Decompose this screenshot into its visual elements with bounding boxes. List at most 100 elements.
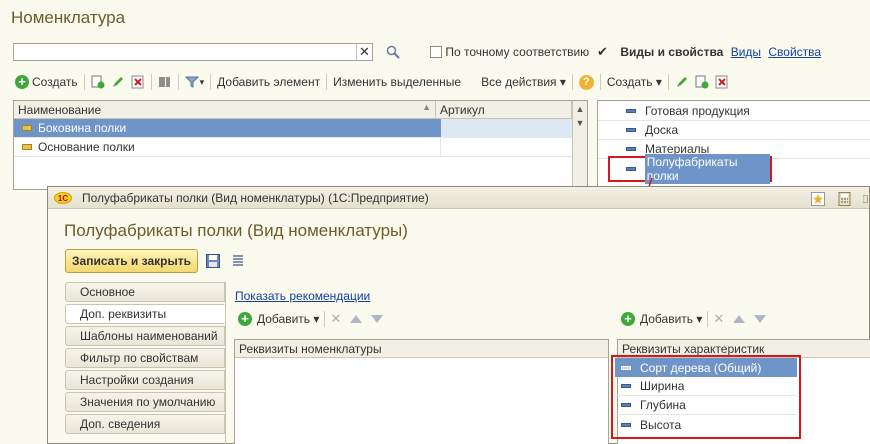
edit-icon[interactable] [111, 75, 125, 89]
table-row[interactable]: Боковина полки [14, 118, 573, 138]
calculator-icon[interactable] [838, 192, 852, 206]
separator [467, 74, 475, 90]
scroll-up-icon[interactable]: ▲ [573, 104, 587, 114]
left-toolbar: + Добавить ▾ ✕ [238, 311, 384, 327]
delete-icon[interactable] [131, 75, 145, 89]
attribute-icon [621, 365, 631, 370]
add-button[interactable]: Добавить ▾ [257, 312, 319, 326]
attribute-icon [621, 384, 631, 388]
separator [177, 74, 179, 90]
filter-dropdown-icon[interactable]: ▾ [200, 77, 205, 88]
kind-label: Готовая продукция [645, 104, 750, 118]
create-button[interactable]: Создать [32, 75, 78, 89]
list-item[interactable]: Глубина [615, 396, 797, 415]
separator [599, 74, 601, 90]
right-toolbar: + Добавить ▾ ✕ [621, 311, 767, 327]
kind-icon [626, 109, 636, 113]
move-up-icon[interactable] [350, 315, 363, 323]
kind-icon [626, 128, 636, 132]
row-name: Боковина полки [38, 121, 127, 135]
add-plus-icon: + [621, 312, 635, 326]
all-actions-button[interactable]: Все действия ▾ [481, 75, 566, 89]
scroll-down-icon[interactable]: ▼ [573, 118, 587, 128]
dialog-titlebar: 1С Полуфабрикаты полки (Вид номенклатуры… [48, 187, 869, 209]
window-menu-icon[interactable] [863, 192, 870, 206]
kind-item[interactable]: Доска [598, 121, 870, 140]
col-name-header[interactable]: Наименование ▲ [14, 101, 436, 118]
col-name-label: Наименование [18, 103, 102, 117]
change-selected-button[interactable]: Изменить выделенные [333, 75, 461, 89]
separator [707, 311, 709, 327]
list-item[interactable]: Ширина [615, 377, 797, 396]
separator [324, 311, 326, 327]
exact-match-label: По точному соответствию [445, 44, 590, 59]
kind-icon [626, 166, 636, 171]
separator [83, 74, 85, 90]
filter-icon[interactable] [184, 75, 199, 89]
tab-default-values[interactable]: Значения по умолчанию [65, 392, 225, 412]
types-props-box[interactable]: ✔ [597, 45, 609, 58]
list-item[interactable]: Высота [615, 415, 797, 434]
favorite-icon[interactable] [811, 192, 825, 206]
create-plus-icon: + [15, 75, 29, 89]
create-right-button[interactable]: Создать ▾ [607, 75, 662, 89]
delete-icon[interactable]: ✕ [330, 311, 341, 327]
barcode-icon[interactable] [158, 75, 172, 89]
main-toolbar: + Создать ▾ Добавить элемент Изменить вы… [15, 72, 729, 92]
move-up-icon[interactable] [733, 315, 746, 323]
kind-label: Доска [645, 123, 679, 137]
add-element-button[interactable]: Добавить элемент [217, 75, 320, 89]
kind-item[interactable]: Готовая продукция [598, 102, 870, 121]
attribute-label: Ширина [640, 379, 685, 393]
edit-right-icon[interactable] [675, 75, 689, 89]
col-article-header[interactable]: Артикул [436, 101, 572, 118]
show-recommendation-link[interactable]: Показать рекомендации [235, 289, 370, 303]
list-header: Наименование ▲ Артикул [14, 101, 587, 119]
row-article [441, 118, 573, 138]
kind-label: Полуфабрикаты полки [644, 153, 770, 184]
copy-right-icon[interactable] [695, 75, 709, 89]
add-plus-icon: + [238, 312, 252, 326]
separator [150, 74, 152, 90]
attribute-label: Высота [640, 417, 682, 432]
sort-icon[interactable]: ▲ [422, 102, 431, 112]
item-icon [22, 144, 32, 150]
table-row[interactable]: Основание полки [14, 137, 573, 157]
nomenclature-attributes-table: Реквизиты номенклатуры [234, 339, 609, 444]
list-item[interactable]: Сорт дерева (Общий) [615, 358, 797, 377]
dialog-window-title: Полуфабрикаты полки (Вид номенклатуры) (… [82, 190, 429, 205]
kind-icon [626, 147, 636, 151]
exact-match-box[interactable] [430, 45, 442, 58]
left-table-header-label: Реквизиты номенклатуры [239, 342, 382, 356]
tab-extra-info[interactable]: Доп. сведения [65, 414, 225, 434]
list-icon[interactable] [231, 254, 245, 268]
save-icon[interactable] [206, 254, 220, 268]
tab-property-filter[interactable]: Фильтр по свойствам [65, 348, 225, 368]
tab-creation-settings[interactable]: Настройки создания [65, 370, 225, 390]
exact-match-checkbox[interactable]: По точному соответствию [430, 44, 589, 59]
move-down-icon[interactable] [754, 315, 767, 323]
search-icon[interactable] [386, 45, 400, 59]
link-types[interactable]: Виды [731, 45, 761, 59]
link-props[interactable]: Свойства [768, 45, 821, 59]
copy-icon[interactable] [91, 75, 105, 89]
tab-main[interactable]: Основное [65, 282, 225, 302]
window-title: Номенклатура [11, 8, 126, 27]
tab-extra-attributes[interactable]: Доп. реквизиты [65, 304, 225, 324]
delete-icon[interactable]: ✕ [713, 311, 724, 327]
dialog-heading: Полуфабрикаты полки (Вид номенклатуры) [64, 221, 408, 240]
types-props-checkbox[interactable]: ✔ Виды и свойства Виды Свойства [597, 44, 821, 59]
attribute-label: Глубина [640, 398, 686, 412]
separator [210, 74, 212, 90]
search-input[interactable]: ✕ [13, 43, 373, 61]
save-close-button[interactable]: Записать и закрыть [65, 249, 198, 273]
clear-icon[interactable]: ✕ [356, 44, 372, 60]
help-icon[interactable]: ? [578, 74, 594, 90]
tab-name-templates[interactable]: Шаблоны наименований [65, 326, 225, 346]
delete-right-icon[interactable] [715, 75, 729, 89]
list-scrollbar[interactable]: ▲ ▼ [572, 101, 587, 189]
attribute-icon [621, 422, 631, 427]
move-down-icon[interactable] [371, 315, 384, 323]
add-button-right[interactable]: Добавить ▾ [640, 312, 702, 326]
col-article-label: Артикул [440, 103, 485, 117]
